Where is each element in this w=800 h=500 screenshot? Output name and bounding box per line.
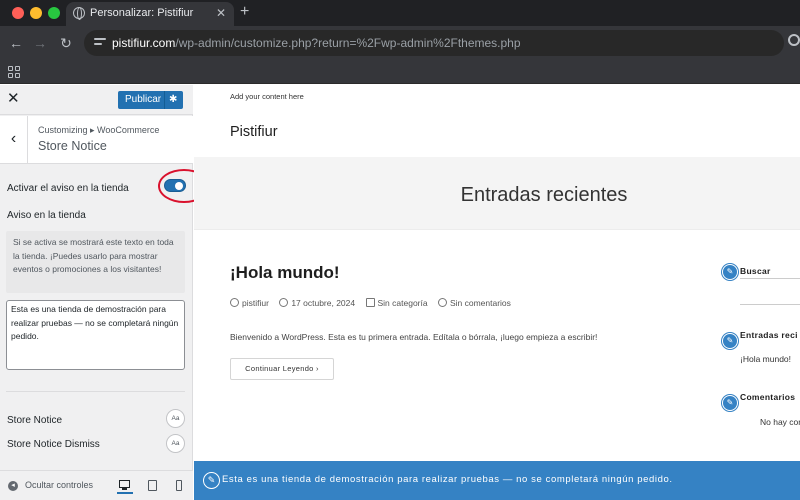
window-minimize-icon[interactable] bbox=[30, 7, 42, 19]
store-notice-text: Esta es una tienda de demostración para … bbox=[222, 474, 673, 485]
back-chevron-icon[interactable]: ‹ bbox=[0, 116, 28, 164]
customizer-panel: ✕ Publicar ✱ ‹ Customizing ▸ WooCommerce… bbox=[0, 85, 210, 500]
edit-widget-icon[interactable]: ✎ bbox=[722, 395, 738, 411]
post-author[interactable]: pistifiur bbox=[242, 298, 269, 308]
publish-divider bbox=[164, 91, 165, 109]
clock-icon bbox=[279, 298, 289, 307]
address-bar[interactable]: pistifiur.com/wp-admin/customize.php?ret… bbox=[84, 30, 784, 56]
edit-pencil-icon[interactable]: ✎ bbox=[203, 472, 220, 489]
tablet-preview-icon[interactable] bbox=[145, 478, 161, 494]
url-path: /wp-admin/customize.php?return=%2Fwp-adm… bbox=[175, 36, 521, 50]
widget-title-search: Buscar bbox=[740, 266, 771, 276]
post-date[interactable]: 17 octubre, 2024 bbox=[291, 298, 355, 308]
widget-title-comments: Comentarios bbox=[740, 392, 796, 402]
gear-icon[interactable]: ✱ bbox=[169, 91, 177, 109]
search-field-border bbox=[740, 278, 800, 279]
read-more-label: Continuar Leyendo bbox=[245, 364, 314, 373]
site-preview: Add your content here Pistifiur Entradas… bbox=[194, 85, 800, 500]
comment-icon bbox=[437, 298, 447, 307]
url-host: pistifiur.com bbox=[112, 36, 176, 50]
style-row-store-notice: Store Notice bbox=[7, 415, 63, 426]
tab-close-icon[interactable]: ✕ bbox=[216, 2, 226, 24]
hero-banner: Entradas recientes bbox=[194, 157, 800, 230]
store-notice-bar: ✎ Esta es una tienda de demostración par… bbox=[194, 461, 800, 500]
style-row-store-notice-dismiss: Store Notice Dismiss bbox=[7, 439, 100, 450]
widget-title-recent-posts: Entradas reci bbox=[740, 330, 798, 340]
hide-controls-label[interactable]: Ocultar controles bbox=[25, 480, 93, 490]
window-maximize-icon[interactable] bbox=[48, 7, 60, 19]
post-meta: pistifiur 17 octubre, 2024 Sin categoría… bbox=[230, 298, 511, 308]
store-notice-textarea[interactable]: Esta es una tienda de demostración para … bbox=[6, 300, 185, 370]
store-notice-toggle-label: Activar el aviso en la tienda bbox=[7, 183, 129, 194]
breadcrumb: Customizing ▸ WooCommerce bbox=[38, 125, 160, 135]
store-notice-field-label: Aviso en la tienda bbox=[7, 210, 86, 221]
tab-title: Personalizar: Pistifiur bbox=[90, 7, 194, 19]
window-close-icon[interactable] bbox=[12, 7, 24, 19]
browser-toolbar: ← → ↻ pistifiur.com/wp-admin/customize.p… bbox=[0, 26, 800, 60]
bookmarks-bar bbox=[0, 60, 800, 84]
customizer-footer: ◂ Ocultar controles bbox=[0, 470, 193, 500]
site-title[interactable]: Pistifiur bbox=[230, 124, 278, 140]
section-title: Store Notice bbox=[38, 139, 107, 153]
post-title[interactable]: ¡Hola mundo! bbox=[230, 263, 340, 283]
site-settings-icon[interactable] bbox=[94, 38, 106, 48]
folder-icon bbox=[365, 298, 375, 307]
typography-button-store-notice-dismiss[interactable]: Aa bbox=[166, 434, 185, 453]
store-notice-description: Si se activa se mostrará este texto en t… bbox=[6, 231, 185, 293]
hero-title: Entradas recientes bbox=[460, 184, 628, 206]
read-more-button[interactable]: Continuar Leyendo › bbox=[230, 358, 334, 380]
customizer-header: ✕ Publicar ✱ bbox=[0, 85, 193, 115]
desktop-preview-icon[interactable] bbox=[117, 478, 133, 494]
back-arrow-icon[interactable]: ← bbox=[6, 32, 26, 54]
zoom-icon[interactable] bbox=[788, 34, 800, 46]
edit-widget-icon[interactable]: ✎ bbox=[722, 264, 738, 280]
globe-icon bbox=[73, 7, 85, 20]
browser-tab[interactable]: Personalizar: Pistifiur ✕ bbox=[66, 2, 234, 26]
publish-label: Publicar bbox=[125, 94, 162, 105]
divider bbox=[6, 391, 185, 392]
post-comments[interactable]: Sin comentarios bbox=[450, 298, 511, 308]
forward-arrow-icon[interactable]: → bbox=[30, 32, 50, 54]
reload-icon[interactable]: ↻ bbox=[56, 32, 76, 54]
mobile-preview-icon[interactable] bbox=[171, 478, 187, 494]
section-header: ‹ Customizing ▸ WooCommerce Store Notice bbox=[0, 116, 193, 164]
apps-grid-icon[interactable] bbox=[8, 66, 20, 78]
typography-button-store-notice[interactable]: Aa bbox=[166, 409, 185, 428]
recent-comments-empty: No hay com bbox=[760, 417, 800, 427]
publish-button[interactable]: Publicar ✱ bbox=[118, 91, 183, 109]
hide-controls-icon[interactable]: ◂ bbox=[8, 481, 18, 491]
site-tagline: Add your content here bbox=[230, 92, 304, 101]
post-excerpt: Bienvenido a WordPress. Esta es tu prime… bbox=[230, 332, 598, 342]
browser-tab-bar: Personalizar: Pistifiur ✕ + bbox=[0, 0, 800, 26]
recent-post-link[interactable]: ¡Hola mundo! bbox=[740, 354, 791, 364]
user-icon bbox=[230, 298, 239, 307]
post-category[interactable]: Sin categoría bbox=[378, 298, 428, 308]
search-field-border bbox=[740, 304, 800, 305]
new-tab-icon[interactable]: + bbox=[240, 2, 249, 22]
close-icon[interactable]: ✕ bbox=[7, 90, 20, 108]
edit-widget-icon[interactable]: ✎ bbox=[722, 333, 738, 349]
